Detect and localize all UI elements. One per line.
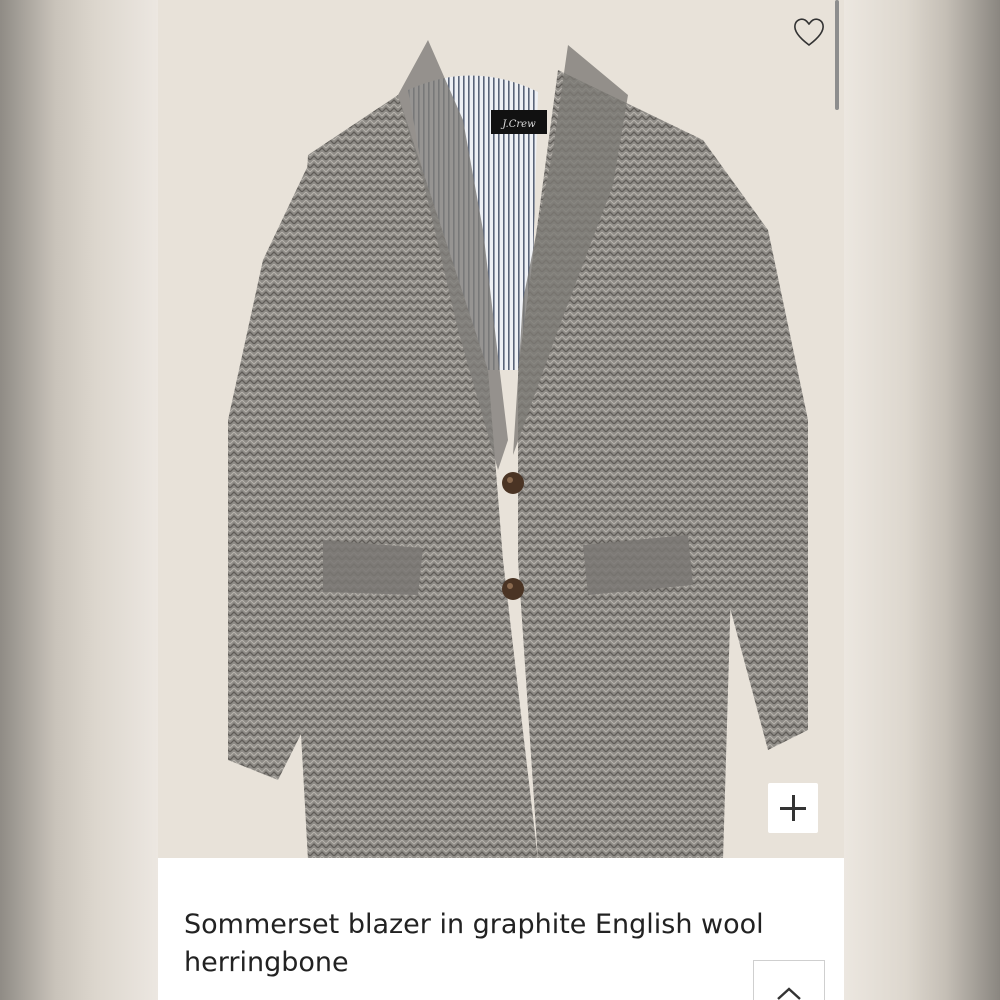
blurred-background-left [0, 0, 158, 1000]
image-scrollbar[interactable] [835, 0, 839, 110]
product-image[interactable]: J.Crew [158, 0, 844, 858]
favorite-button[interactable] [792, 16, 826, 48]
back-to-top-button[interactable] [753, 960, 825, 1000]
blazer-illustration: J.Crew [228, 40, 808, 858]
zoom-button[interactable] [768, 783, 818, 833]
product-card: J.Crew Sommerset blazer in graphite Engl… [158, 0, 844, 1000]
brand-label: J.Crew [500, 119, 536, 130]
blurred-background-right [844, 0, 1000, 1000]
heart-icon [794, 18, 824, 47]
chevron-up-icon [777, 987, 801, 1000]
product-title: Sommerset blazer in graphite English woo… [184, 909, 764, 978]
